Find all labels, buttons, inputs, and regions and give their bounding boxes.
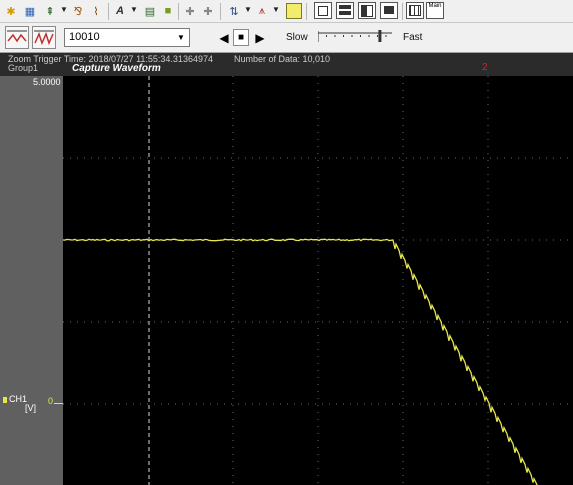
toolbar-separator bbox=[178, 3, 179, 20]
arrow-icon[interactable]: ⇅ bbox=[226, 3, 242, 19]
wave-rise-icon[interactable] bbox=[5, 26, 29, 49]
chevron-down-icon[interactable]: ▼ bbox=[130, 5, 138, 14]
copy-icon[interactable]: ▤ bbox=[142, 3, 158, 19]
ch1-trace bbox=[63, 238, 538, 485]
toolbar-separator bbox=[306, 3, 307, 20]
cursor-icon[interactable]: ⌇ bbox=[88, 3, 104, 19]
channel-unit: [V] bbox=[25, 403, 37, 413]
main-window-icon[interactable]: Main bbox=[426, 2, 444, 19]
chevron-down-icon[interactable]: ▼ bbox=[60, 5, 68, 14]
waveform-info-bar: Zoom Trigger Time: 2018/07/27 11:55:34.3… bbox=[0, 53, 573, 76]
toolbar-separator bbox=[220, 3, 221, 20]
table-icon[interactable] bbox=[406, 2, 424, 19]
main-window-label: Main bbox=[428, 3, 442, 9]
layout-3-icon[interactable] bbox=[358, 2, 376, 19]
speed-fast-label: Fast bbox=[403, 32, 423, 43]
toolbar-separator bbox=[108, 3, 109, 20]
playback-speed-slider[interactable] bbox=[318, 30, 392, 46]
stop-button[interactable]: ■ bbox=[233, 29, 249, 46]
zero-level-tick bbox=[54, 403, 63, 404]
wave-multi-icon[interactable] bbox=[32, 26, 56, 49]
chevron-down-icon[interactable]: ▼ bbox=[272, 5, 280, 14]
cursor-marker-label[interactable]: 2 bbox=[482, 62, 488, 73]
speed-slow-label: Slow bbox=[286, 32, 308, 43]
main-toolbar: ✱ ▦ ⇞ ▼ ⅋ ⌇ A ▼ ▤ ■ ✚ ✚ ⇅ ▼ ⩚ ▼ Main bbox=[0, 0, 573, 23]
search-wave-icon[interactable]: ✱ bbox=[3, 3, 19, 19]
y-axis-top-label: 5.0000 bbox=[33, 77, 61, 87]
group-label: Group1 bbox=[8, 63, 39, 73]
waveform-plot[interactable] bbox=[63, 76, 573, 485]
color-icon[interactable]: ■ bbox=[160, 3, 176, 19]
play-back-button[interactable]: ◀ bbox=[216, 29, 232, 46]
toolbar-separator bbox=[402, 3, 403, 20]
group-minus-icon[interactable]: ✚ bbox=[200, 3, 216, 19]
marker-icon[interactable]: ⇞ bbox=[42, 3, 58, 19]
waveform-svg bbox=[63, 76, 573, 485]
channel-color-marker bbox=[3, 397, 7, 403]
number-of-data: Number of Data: 10,010 bbox=[234, 54, 331, 64]
record-count-value: 10010 bbox=[69, 31, 100, 43]
record-count-combo[interactable]: 10010 ▼ bbox=[64, 28, 190, 47]
channel-config-icon[interactable]: ▦ bbox=[22, 3, 38, 19]
layout-1-icon[interactable] bbox=[314, 2, 332, 19]
layout-4-icon[interactable] bbox=[380, 2, 398, 19]
waveform-add-icon[interactable]: ⩚ bbox=[254, 3, 270, 19]
play-forward-button[interactable]: ▶ bbox=[252, 29, 268, 46]
slider-thumb[interactable] bbox=[378, 30, 382, 42]
zero-label: 0 bbox=[48, 396, 54, 406]
trigger-icon[interactable]: ⅋ bbox=[70, 3, 86, 19]
y-axis-panel: 5.0000 CH1 [V] 0 bbox=[0, 76, 63, 485]
group-plus-icon[interactable]: ✚ bbox=[182, 3, 198, 19]
yellow-panel-icon[interactable] bbox=[286, 3, 302, 19]
chevron-down-icon[interactable]: ▼ bbox=[175, 31, 187, 44]
chevron-down-icon[interactable]: ▼ bbox=[244, 5, 252, 14]
control-toolbar: 10010 ▼ ◀ ■ ▶ Slow Fast bbox=[0, 23, 573, 53]
grid bbox=[63, 76, 573, 485]
text-annotation-icon[interactable]: A bbox=[112, 3, 128, 19]
layout-2-icon[interactable] bbox=[336, 2, 354, 19]
waveform-title: Capture Waveform bbox=[72, 63, 161, 74]
